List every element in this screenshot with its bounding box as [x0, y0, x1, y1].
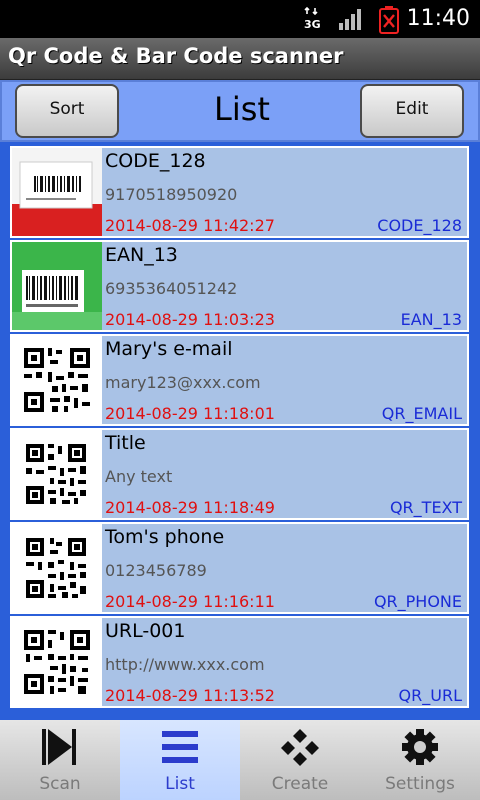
qr-code-icon	[12, 336, 102, 424]
item-type: QR_PHONE	[373, 592, 462, 611]
qr-code-icon	[12, 524, 102, 612]
item-date: 2014-08-29 11:18:01	[105, 404, 275, 423]
tab-label: List	[165, 774, 195, 794]
item-type: QR_EMAIL	[381, 404, 462, 423]
gear-icon	[402, 729, 438, 765]
tab-label: Settings	[385, 774, 455, 794]
tab-create[interactable]: Create	[240, 720, 360, 800]
svg-text:3G: 3G	[304, 18, 321, 31]
list-item[interactable]: Mary's e-mail mary123@xxx.com 2014-08-29…	[10, 334, 469, 426]
item-value: 9170518950920	[105, 185, 238, 204]
ean-barcode-photo-icon	[12, 242, 102, 330]
item-value: 0123456789	[105, 561, 207, 580]
tab-label: Scan	[39, 774, 81, 794]
signal-icon	[339, 9, 361, 30]
list-item[interactable]: CODE_128 9170518950920 2014-08-29 11:42:…	[10, 146, 469, 238]
qr-code-thumbnail	[12, 336, 102, 424]
qr-code-thumbnail	[12, 430, 102, 518]
qr-code-icon	[12, 430, 102, 518]
item-date: 2014-08-29 11:13:52	[105, 686, 275, 705]
item-value: http://www.xxx.com	[105, 655, 265, 674]
tab-list[interactable]: List	[120, 720, 240, 800]
list-header: Sort List Edit	[0, 80, 480, 142]
qr-code-thumbnail	[12, 524, 102, 612]
qr-code-thumbnail	[12, 618, 102, 706]
tab-settings[interactable]: Settings	[360, 720, 480, 800]
app-title-bar: Qr Code & Bar Code scanner	[0, 38, 480, 80]
status-bar: 3G 11:40	[0, 0, 480, 38]
item-date: 2014-08-29 11:03:23	[105, 310, 275, 329]
ean-barcode-photo-thumbnail	[12, 242, 102, 330]
item-name: CODE_128	[105, 150, 206, 172]
item-name: URL-001	[105, 620, 186, 642]
item-value: mary123@xxx.com	[105, 373, 261, 392]
play-icon	[42, 729, 76, 765]
item-date: 2014-08-29 11:42:27	[105, 216, 275, 235]
clock: 11:40	[406, 6, 470, 31]
history-list[interactable]: CODE_128 9170518950920 2014-08-29 11:42:…	[10, 146, 469, 714]
list-icon	[162, 731, 198, 763]
item-name: Title	[105, 432, 146, 454]
list-item[interactable]: EAN_13 6935364051242 2014-08-29 11:03:23…	[10, 240, 469, 332]
item-name: Mary's e-mail	[105, 338, 233, 360]
battery-icon	[379, 6, 399, 34]
item-value: 6935364051242	[105, 279, 238, 298]
item-name: EAN_13	[105, 244, 178, 266]
item-type: CODE_128	[377, 216, 462, 235]
network-3g-icon: 3G	[304, 6, 321, 31]
bottom-tab-bar: Scan List Create Settings	[0, 720, 480, 800]
barcode-photo-icon	[12, 148, 102, 236]
tab-scan[interactable]: Scan	[0, 720, 120, 800]
list-item[interactable]: Tom's phone 0123456789 2014-08-29 11:16:…	[10, 522, 469, 614]
item-value: Any text	[105, 467, 173, 486]
history-list-container: CODE_128 9170518950920 2014-08-29 11:42:…	[0, 142, 480, 720]
item-type: QR_URL	[398, 686, 462, 705]
create-icon	[281, 729, 319, 766]
item-date: 2014-08-29 11:18:49	[105, 498, 275, 517]
list-item[interactable]: Title Any text 2014-08-29 11:18:49 QR_TE…	[10, 428, 469, 520]
barcode-photo-thumbnail	[12, 148, 102, 236]
list-item[interactable]: URL-001 http://www.xxx.com 2014-08-29 11…	[10, 616, 469, 708]
edit-button[interactable]: Edit	[360, 84, 464, 138]
item-date: 2014-08-29 11:16:11	[105, 592, 275, 611]
qr-code-icon	[12, 618, 102, 706]
tab-label: Create	[271, 774, 329, 794]
item-name: Tom's phone	[105, 526, 225, 548]
item-type: QR_TEXT	[389, 498, 462, 517]
app-title: Qr Code & Bar Code scanner	[8, 44, 344, 68]
item-type: EAN_13	[400, 310, 462, 329]
